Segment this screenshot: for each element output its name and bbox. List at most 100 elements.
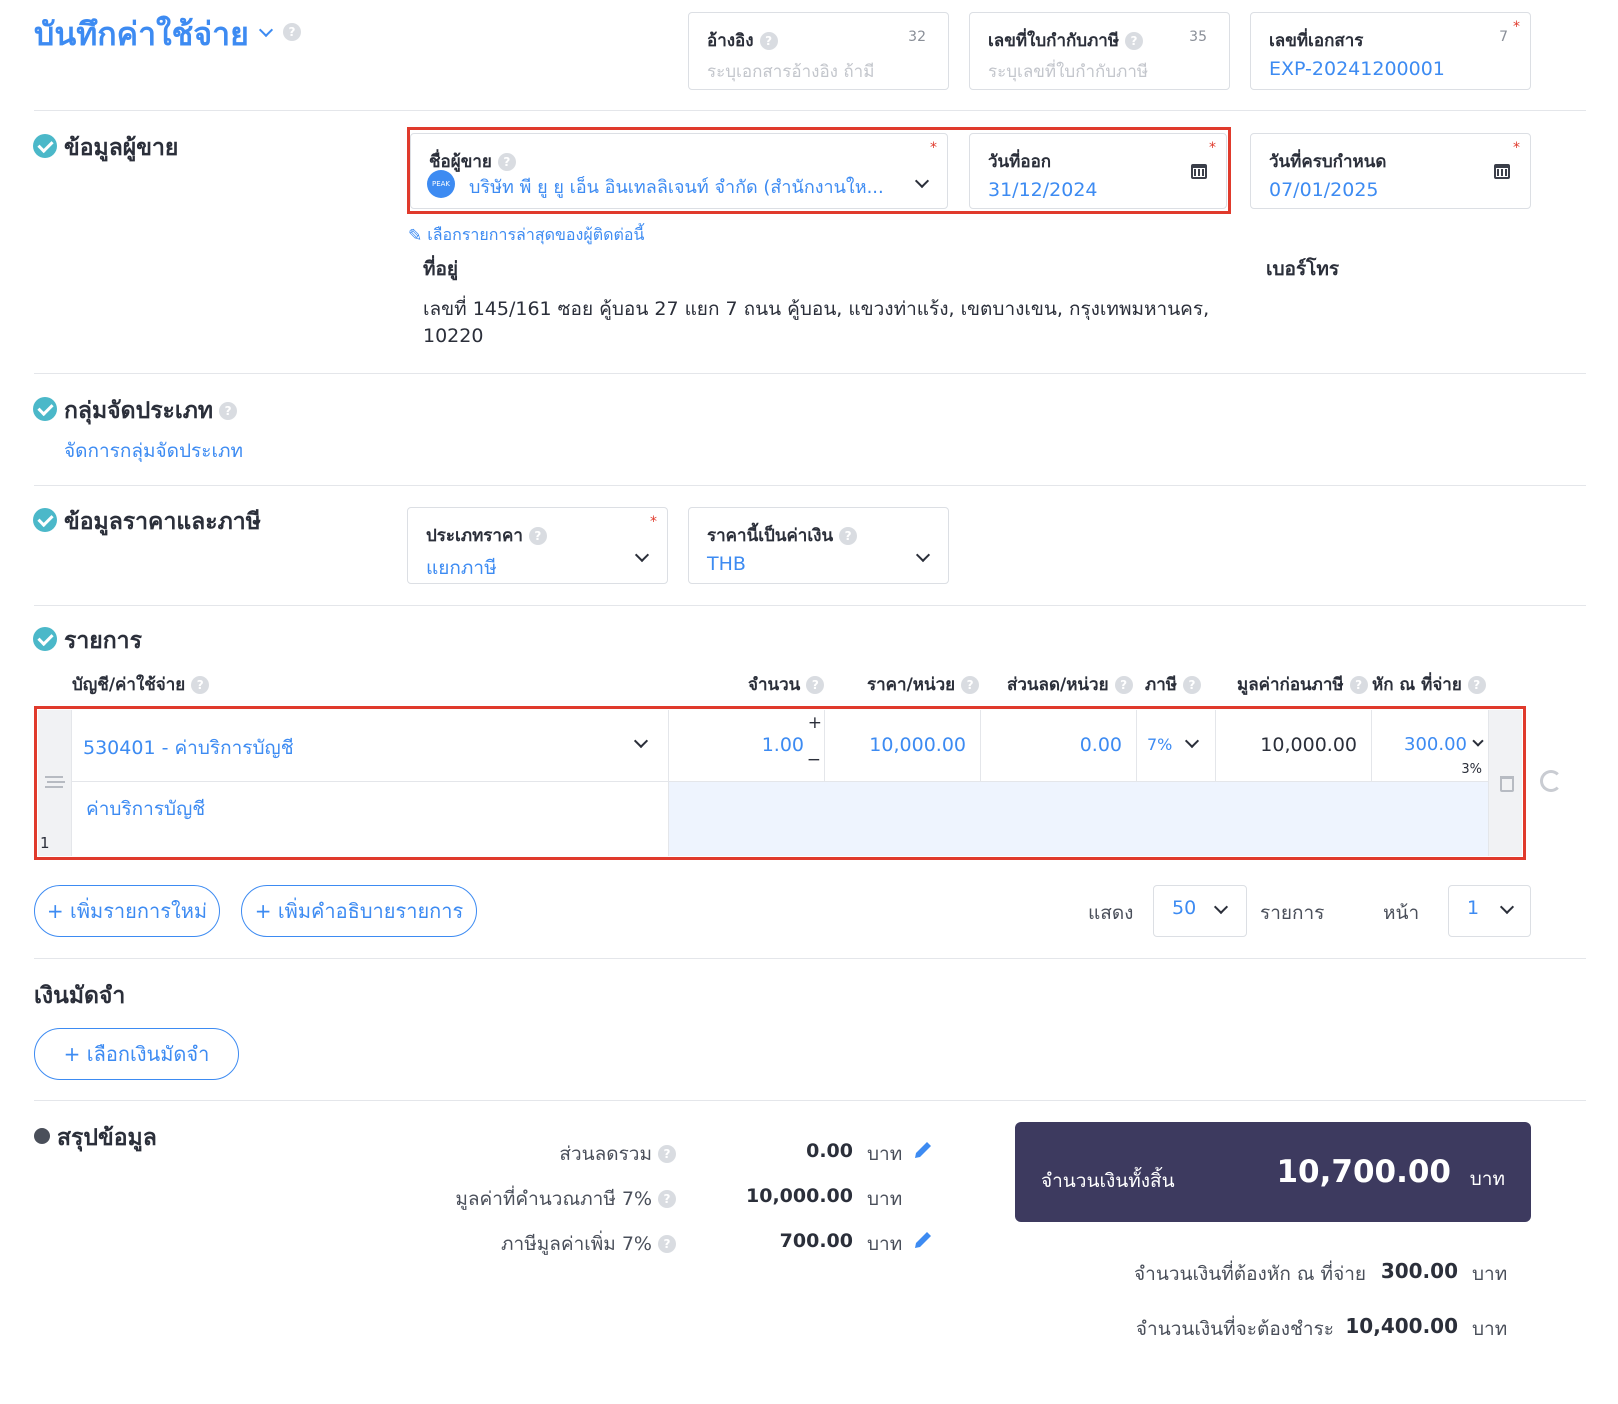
currency-select[interactable]: ราคานี้เป็นค่าเงิน? THB: [688, 507, 949, 584]
divider: [34, 605, 1586, 606]
highlight-box: [407, 127, 1231, 214]
reference-input[interactable]: ระบุเอกสารอ้างอิง ถ้ามี: [707, 58, 874, 85]
column-account: บัญชี/ค่าใช้จ่าย: [72, 675, 186, 695]
edit-pencil-icon[interactable]: [912, 1139, 934, 1161]
page-title: บันทึกค่าใช้จ่าย: [34, 14, 249, 53]
divider: [34, 110, 1586, 111]
check-icon: [33, 134, 57, 158]
highlight-box: [34, 706, 1526, 860]
help-icon[interactable]: ?: [1182, 676, 1201, 694]
currency-value: THB: [707, 553, 746, 575]
column-discount: ส่วนลด/หน่วย: [1007, 675, 1109, 695]
wht-total-label: จำนวนเงินที่ต้องหัก ณ ที่จ่าย: [1134, 1263, 1366, 1285]
help-icon[interactable]: ?: [219, 402, 238, 420]
help-icon[interactable]: ?: [1114, 676, 1133, 694]
currency-unit: บาท: [867, 1143, 903, 1165]
add-item-button[interactable]: + เพิ่มรายการใหม่: [34, 885, 220, 937]
price-type-value: แยกภาษี: [426, 557, 497, 579]
required-mark: *: [650, 514, 657, 530]
phone-label: เบอร์โทร: [1266, 258, 1340, 280]
edit-pencil-icon[interactable]: [912, 1229, 934, 1251]
pie-chart-icon[interactable]: [1540, 770, 1562, 792]
document-no-counter: 7: [1499, 29, 1508, 45]
wht-total-value: 300.00: [1380, 1259, 1458, 1283]
currency-unit: บาท: [867, 1188, 903, 1210]
calendar-icon[interactable]: [1494, 164, 1510, 179]
currency-label: ราคานี้เป็นค่าเงิน: [707, 526, 834, 546]
vendor-section-title: ข้อมูลผู้ขาย: [64, 135, 179, 161]
due-date-label: วันที่ครบกำหนด: [1269, 152, 1387, 172]
help-icon[interactable]: ?: [1467, 676, 1486, 694]
grand-total-label: จำนวนเงินทั้งสิ้น: [1041, 1170, 1175, 1192]
show-label: แสดง: [1088, 902, 1134, 924]
page-select[interactable]: 1: [1448, 885, 1531, 937]
address-label: ที่อยู่: [423, 258, 459, 280]
help-icon[interactable]: ?: [806, 676, 825, 694]
document-no-input[interactable]: EXP-20241200001: [1269, 58, 1445, 80]
tax-invoice-label: เลขที่ใบกำกับภาษี: [988, 31, 1120, 51]
address-line-2: 10220: [423, 325, 484, 347]
price-type-select[interactable]: ประเภทราคา? * แยกภาษี: [407, 507, 668, 584]
items-label: รายการ: [1260, 902, 1325, 924]
page-size-value: 50: [1172, 897, 1197, 919]
currency-unit: บาท: [1469, 1168, 1505, 1190]
check-icon: [33, 397, 57, 421]
page-label: หน้า: [1383, 902, 1420, 924]
grand-total-value: 10,700.00: [1276, 1154, 1451, 1190]
tax-invoice-field[interactable]: เลขที่ใบกำกับภาษี? 35 ระบุเลขที่ใบกำกับภ…: [969, 12, 1230, 90]
chevron-down-icon: [915, 547, 931, 563]
tax-invoice-input[interactable]: ระบุเลขที่ใบกำกับภาษี: [988, 58, 1148, 85]
help-icon[interactable]: ?: [839, 527, 858, 545]
price-type-label: ประเภทราคา: [426, 526, 523, 546]
column-tax: ภาษี: [1145, 675, 1177, 695]
help-icon[interactable]: ?: [658, 1235, 676, 1253]
help-icon[interactable]: ?: [528, 527, 547, 545]
page-title-dropdown[interactable]: บันทึกค่าใช้จ่าย: [34, 12, 273, 56]
payable-value: 10,400.00: [1345, 1314, 1458, 1338]
taxable-value: 10,000.00: [746, 1185, 853, 1207]
due-date-field[interactable]: วันที่ครบกำหนด * 07/01/2025: [1250, 133, 1531, 209]
page-size-select[interactable]: 50: [1153, 885, 1247, 937]
help-icon[interactable]: ?: [759, 32, 778, 50]
recent-items-label: เลือกรายการล่าสุดของผู้ติดต่อนี้: [427, 225, 645, 244]
payable-label: จำนวนเงินที่จะต้องชำระ: [1135, 1318, 1334, 1340]
help-icon[interactable]: ?: [1349, 676, 1368, 694]
help-icon[interactable]: ?: [658, 1190, 676, 1208]
magic-wand-icon: ✎: [408, 225, 423, 246]
currency-unit: บาท: [1472, 1318, 1508, 1340]
column-pretax: มูลค่าก่อนภาษี: [1237, 675, 1344, 695]
add-description-button[interactable]: + เพิ่มคำอธิบายรายการ: [241, 885, 477, 937]
check-icon: [33, 627, 57, 651]
chevron-down-icon: [258, 22, 273, 38]
reference-counter: 32: [908, 29, 926, 45]
help-icon[interactable]: ?: [1125, 32, 1144, 50]
divider: [34, 485, 1586, 486]
divider: [34, 373, 1586, 374]
currency-unit: บาท: [867, 1233, 903, 1255]
help-icon[interactable]: ?: [283, 23, 301, 41]
chevron-down-icon: [1499, 899, 1515, 915]
column-qty: จำนวน: [748, 675, 801, 695]
select-deposit-button[interactable]: + เลือกเงินมัดจำ: [34, 1028, 239, 1080]
summary-dot: [34, 1128, 50, 1144]
vat-label: ภาษีมูลค่าเพิ่ม 7%: [501, 1233, 652, 1255]
check-icon: [33, 508, 57, 532]
summary-title: สรุปข้อมูล: [57, 1125, 157, 1151]
required-mark: *: [1513, 140, 1520, 156]
help-icon[interactable]: ?: [658, 1145, 676, 1163]
help-icon[interactable]: ?: [191, 676, 210, 694]
reference-label: อ้างอิง: [707, 31, 754, 51]
document-no-field[interactable]: เลขที่เอกสาร 7 * EXP-20241200001: [1250, 12, 1531, 90]
vat-value: 700.00: [779, 1230, 853, 1252]
discount-total-value: 0.00: [806, 1140, 853, 1162]
grand-total-card: จำนวนเงินทั้งสิ้น 10,700.00 บาท: [1015, 1122, 1531, 1222]
recent-items-link[interactable]: ✎ เลือกรายการล่าสุดของผู้ติดต่อนี้: [408, 223, 644, 248]
chevron-down-icon: [1213, 899, 1229, 915]
due-date-input[interactable]: 07/01/2025: [1269, 179, 1379, 201]
reference-field[interactable]: อ้างอิง? 32 ระบุเอกสารอ้างอิง ถ้ามี: [688, 12, 949, 90]
category-section-title: กลุ่มจัดประเภท: [64, 398, 214, 424]
manage-category-link[interactable]: จัดการกลุ่มจัดประเภท: [64, 436, 243, 466]
help-icon[interactable]: ?: [961, 676, 980, 694]
divider: [34, 958, 1586, 959]
address-line-1: เลขที่ 145/161 ซอย คู้บอน 27 แยก 7 ถนน ค…: [423, 298, 1210, 320]
